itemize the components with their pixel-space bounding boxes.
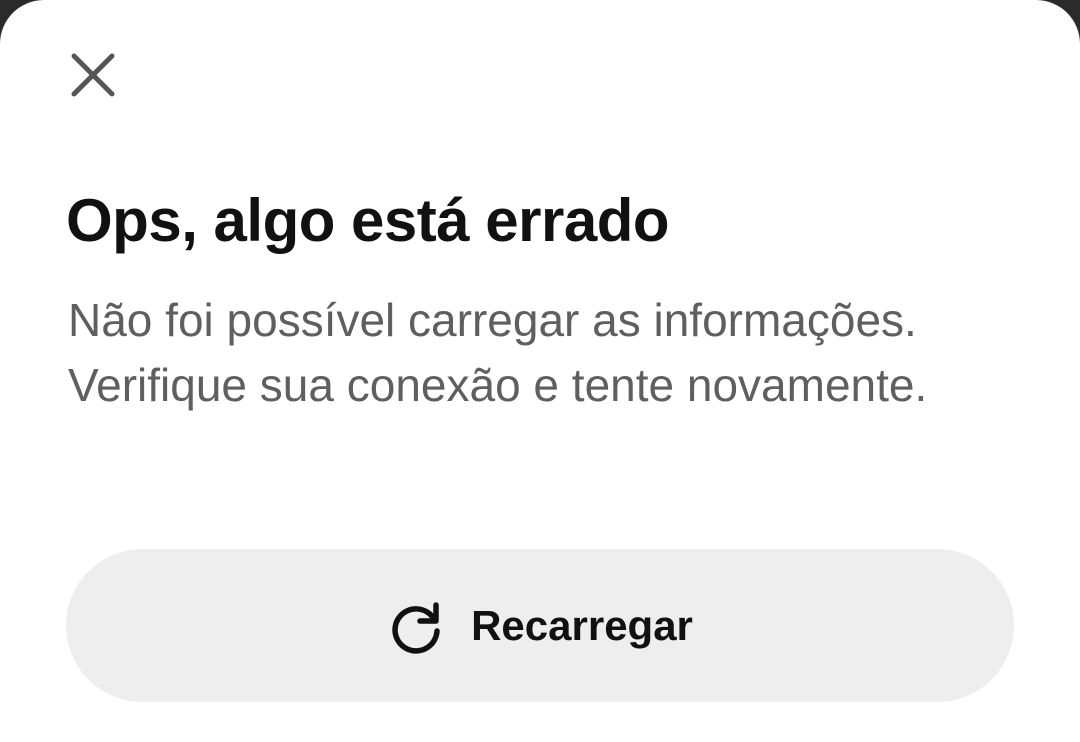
error-dialog: Ops, algo está errado Não foi possível c… [0,0,1080,742]
reload-button-label: Recarregar [471,601,693,649]
dialog-message: Não foi possível carregar as informações… [68,294,928,411]
refresh-icon [387,597,445,655]
close-button[interactable] [62,44,124,106]
dialog-title: Ops, algo está errado [66,187,670,254]
reload-button[interactable]: Recarregar [66,549,1014,702]
close-icon [71,53,115,97]
